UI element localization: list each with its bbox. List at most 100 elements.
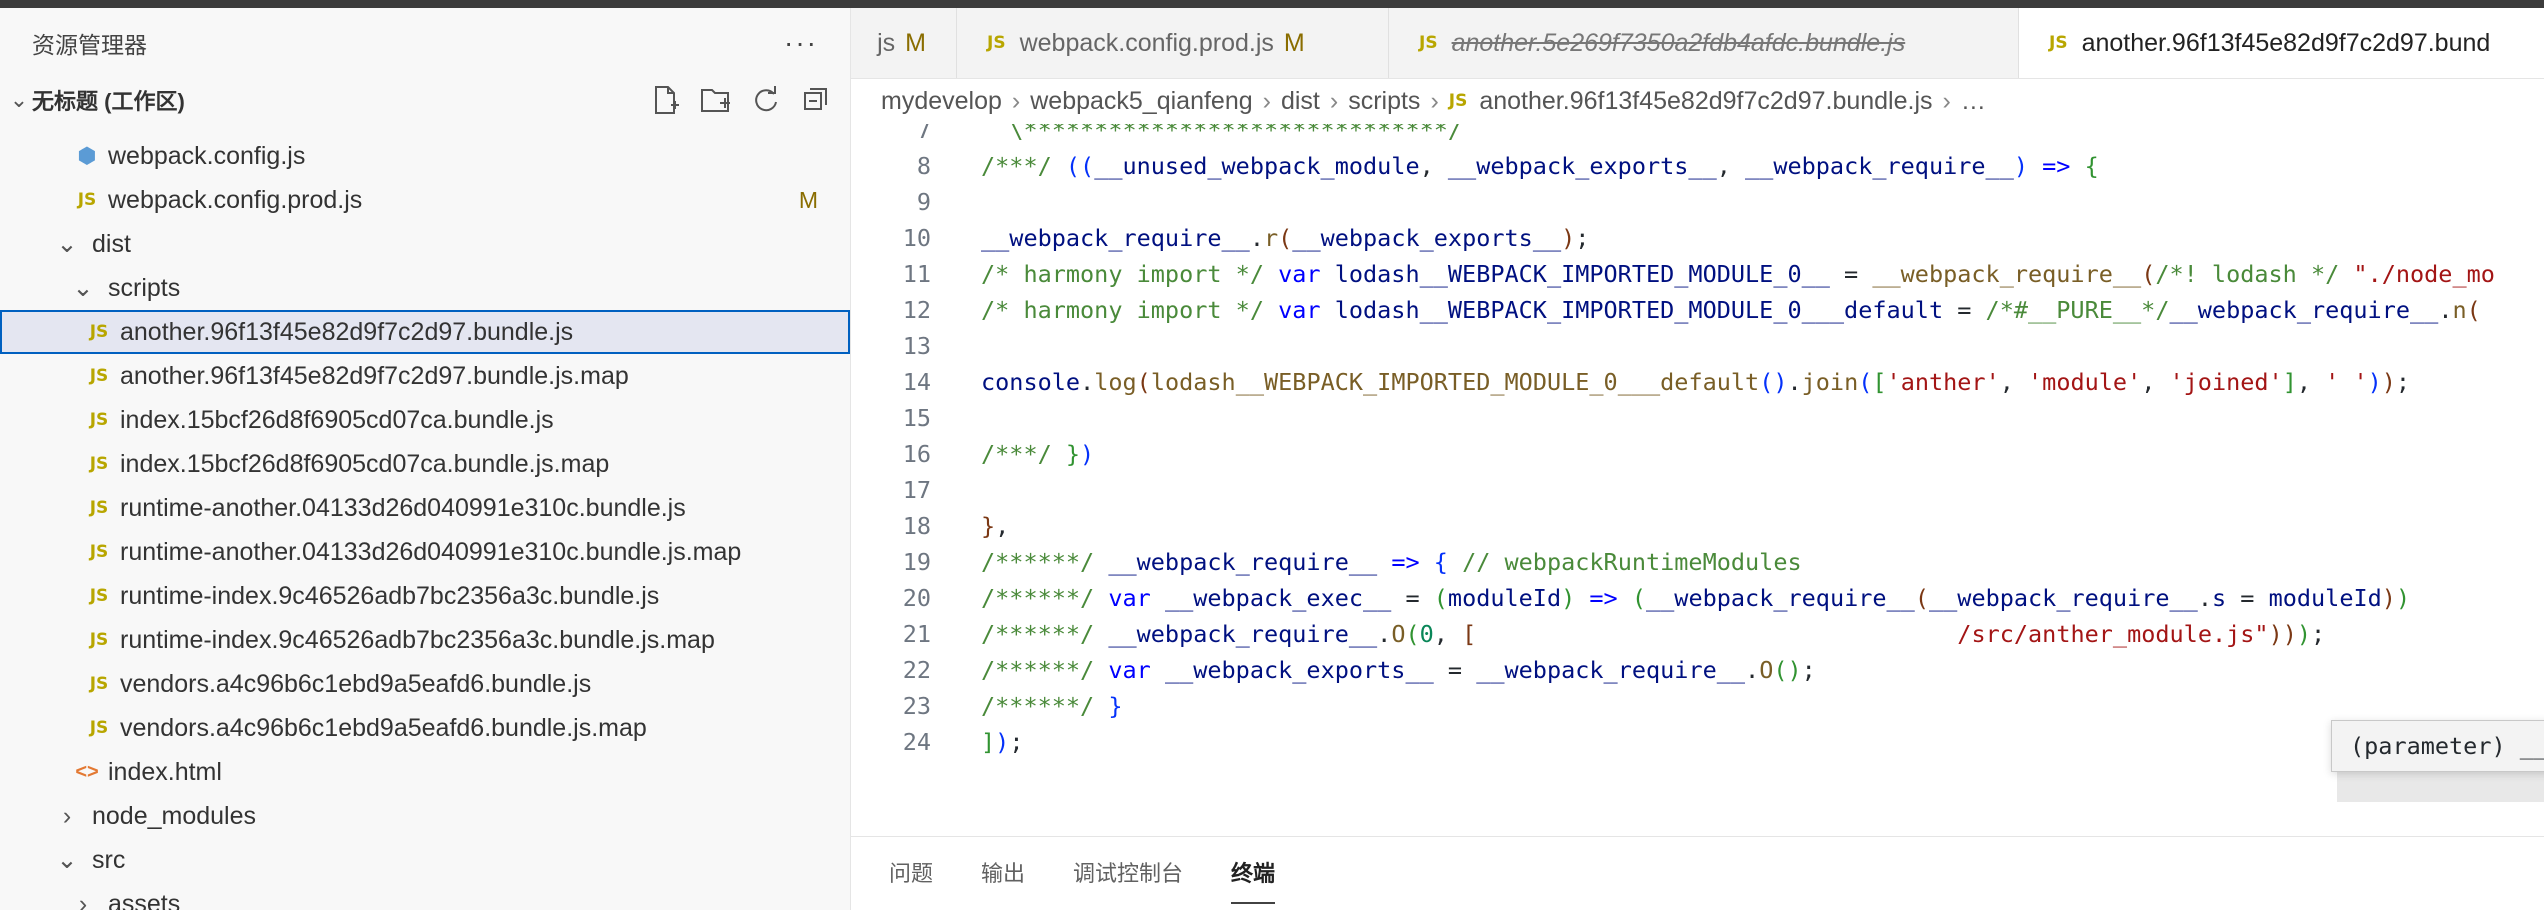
code-line[interactable]: 10 __webpack_require__.r(__webpack_export… [851,220,2541,256]
tree-item-file[interactable]: JS index.15bcf26d8f6905cd07ca.bundle.js.… [0,442,850,486]
code-text: __webpack_require__.r(__webpack_exports_… [981,220,1589,256]
chevron-right-icon: › [1262,86,1271,115]
chevron-right-icon: › [1942,86,1951,115]
code-line[interactable]: 7 \******************************/ [851,124,2541,148]
new-file-icon[interactable] [648,82,684,118]
code-token: ; [1009,728,1024,756]
code-text: /***/ }) [981,436,1094,472]
code-line[interactable]: 15 [851,400,2541,436]
code-line[interactable]: 16 /***/ }) [851,436,2541,472]
js-file-icon: JS [89,542,109,562]
breadcrumb-item[interactable]: another.96f13f45e82d9f7c2d97.bundle.js [1479,87,1932,116]
tree-item-assets[interactable]: › assets [0,882,850,910]
js-file-icon: JS [89,498,109,518]
code-line[interactable]: 9 [851,184,2541,220]
tree-item-selected-file[interactable]: JS another.96f13f45e82d9f7c2d97.bundle.j… [0,310,850,354]
code-text: /******/ __webpack_require__.O(0, [ /src… [981,616,2325,652]
tree-item-webpack-config-prod[interactable]: JS webpack.config.prod.js M [0,178,850,222]
code-token: lodash__WEBPACK_IMPORTED_MODULE_0___defa… [1334,296,1944,324]
code-token: ] [981,728,996,756]
tab-problems[interactable]: 问题 [889,856,933,892]
modified-badge: M [905,28,926,57]
code-token: ( [1433,584,1448,612]
code-line[interactable]: 20/******/ var __webpack_exec__ = (modul… [851,580,2541,616]
code-token: O [1759,656,1774,684]
more-actions-icon[interactable]: ··· [784,27,818,59]
modified-badge: M [1283,28,1305,57]
tree-item-label: webpack.config.js [108,141,306,170]
tree-item-file[interactable]: JS runtime-another.04133d26d040991e310c.… [0,530,850,574]
code-token: __webpack_exec__ [1164,584,1392,612]
code-token: 0 [1419,620,1434,648]
tab-webpack-config-prod[interactable]: JS webpack.config.prod.js M [957,8,1389,78]
code-token: __webpack_require__ [1108,620,1378,648]
tab-output[interactable]: 输出 [981,856,1025,892]
scrolled-row-fragment [0,122,850,134]
hover-tooltip: (parameter) __webpack_require__: any [2331,720,2544,772]
code-line[interactable]: 23 /******/ } [851,688,2541,724]
code-line[interactable]: 11 /* harmony import */ var lodash__WEBPA… [851,256,2541,292]
tab-deleted-bundle[interactable]: JS another.5e269f7350a2fdb4afdc.bundle.j… [1389,8,2019,78]
tree-item-file[interactable]: JS runtime-index.9c46526adb7bc2356a3c.bu… [0,618,850,662]
code-line[interactable]: 21 /******/ __webpack_require__.O(0, [ /s… [851,616,2541,652]
tree-item-file[interactable]: JS vendors.a4c96b6c1ebd9a5eafd6.bundle.j… [0,662,850,706]
tree-item-file[interactable]: JS another.96f13f45e82d9f7c2d97.bundle.j… [0,354,850,398]
tab-partial[interactable]: js M [851,8,957,78]
file-tree: ⬢ webpack.config.js JS webpack.config.pr… [0,134,850,910]
code-text: /* harmony import */ var lodash__WEBPACK… [981,256,2495,292]
code-line[interactable]: 22 /******/ var __webpack_exports__ = __w… [851,652,2541,688]
code-line[interactable]: 13 [851,328,2541,364]
tree-item-node-modules[interactable]: › node_modules [0,794,850,838]
tree-item-scripts[interactable]: ⌄ scripts [0,266,850,310]
breadcrumb-item[interactable]: scripts [1348,87,1420,116]
tree-item-file[interactable]: JS runtime-index.9c46526adb7bc2356a3c.bu… [0,574,850,618]
code-editor[interactable]: 7 \******************************/ 8 /***/… [851,124,2544,836]
code-line[interactable]: 17 [851,472,2541,508]
code-token: ) [1561,224,1576,252]
tree-item-src[interactable]: ⌄ src [0,838,850,882]
breadcrumb-item[interactable]: dist [1281,87,1320,116]
breadcrumb-item[interactable]: … [1961,87,1986,116]
tree-item-file[interactable]: JS index.15bcf26d8f6905cd07ca.bundle.js [0,398,850,442]
breadcrumb-item[interactable]: mydevelop [881,87,1002,116]
code-token: var [1278,296,1335,324]
code-token: ) [2367,368,2382,396]
code-token: ) [2013,152,2029,180]
tab-active-bundle[interactable]: JS another.96f13f45e82d9f7c2d97.bund [2019,8,2544,78]
code-line[interactable]: 8 /***/ ((__unused_webpack_module, __webp… [851,148,2541,184]
collapse-all-icon[interactable] [798,82,834,118]
tree-item-file[interactable]: JS runtime-another.04133d26d040991e310c.… [0,486,850,530]
code-token: /*#__PURE__*/ [1985,296,2170,324]
js-file-icon: JS [89,674,109,694]
refresh-icon[interactable] [748,82,784,118]
code-line[interactable]: 18}, [851,508,2541,544]
code-line[interactable]: 12 /* harmony import */ var lodash__WEBPA… [851,292,2541,328]
tree-item-label: index.15bcf26d8f6905cd07ca.bundle.js [120,405,554,434]
code-token: { [2084,152,2099,180]
workspace-header[interactable]: ⌄ 无标题 (工作区) [0,78,850,122]
workspace-name: 无标题 (工作区) [32,89,185,114]
breadcrumb-item[interactable]: webpack5_qianfeng [1030,87,1252,116]
code-token: /******/ [981,656,1109,684]
code-token: __webpack_require__ [1872,260,2142,288]
tab-debug-console[interactable]: 调试控制台 [1073,856,1183,892]
tree-item-webpack-config[interactable]: ⬢ webpack.config.js [0,134,850,178]
tree-item-label: runtime-index.9c46526adb7bc2356a3c.bundl… [120,625,715,654]
js-file-icon: JS [1448,91,1468,111]
code-token: , [1999,368,2029,396]
tab-terminal[interactable]: 终端 [1231,856,1276,904]
chevron-down-icon: ⌄ [9,87,29,112]
code-line[interactable]: 19 /******/ __webpack_require__ => { // w… [851,544,2541,580]
tree-item-file[interactable]: JS vendors.a4c96b6c1ebd9a5eafd6.bundle.j… [0,706,850,750]
code-line[interactable]: 24]); [851,724,2541,760]
code-line[interactable]: 14 console.log(lodash__WEBPACK_IMPORTED_M… [851,364,2541,400]
tree-item-index-html[interactable]: <> index.html [0,750,850,794]
tree-item-dist[interactable]: ⌄ dist [0,222,850,266]
new-folder-icon[interactable] [698,82,734,118]
code-token: 'anther' [1886,368,2000,396]
code-text: /***/ ((__unused_webpack_module, __webpa… [981,148,2099,184]
code-token: = [1943,296,1986,324]
code-token: __webpack_require__ [1929,584,2198,612]
code-token: . [2197,584,2212,612]
